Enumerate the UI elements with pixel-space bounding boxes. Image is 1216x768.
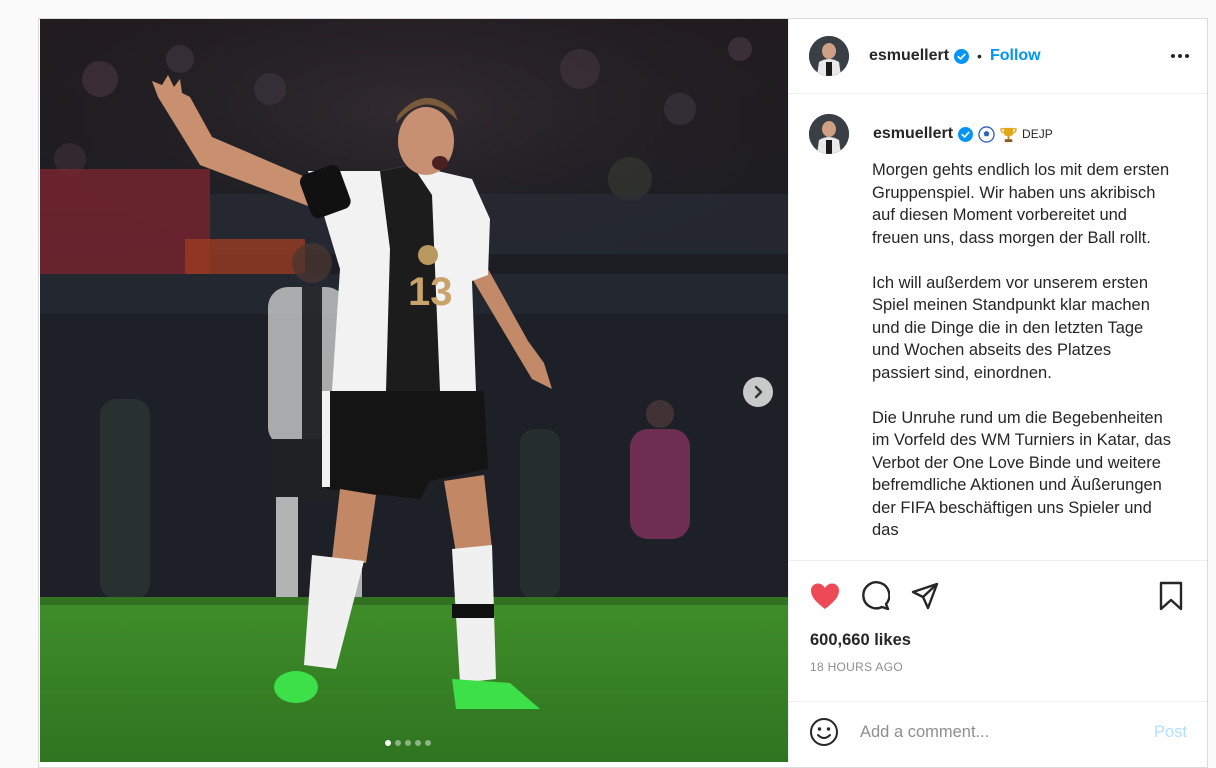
post-comment-button[interactable]: Post [1154, 723, 1187, 742]
caption-paragraph: Morgen gehts endlich los mit dem ersten … [872, 161, 1170, 247]
post-actions: 600,660 likes 18 HOURS AGO [789, 560, 1207, 722]
comment-bar: Post [789, 701, 1207, 762]
share-icon [911, 582, 939, 610]
avatar-image [809, 114, 849, 154]
post-media[interactable]: 13 [40, 19, 788, 762]
avatar-image [809, 36, 849, 76]
carousel-dot [405, 740, 411, 746]
share-button[interactable] [909, 580, 941, 612]
post-header: esmuellert • Follow [789, 19, 1207, 94]
post-photo: 13 [40, 19, 788, 762]
bio-tag: DEJP [1022, 127, 1053, 141]
post-side-panel: esmuellert • Follow esmuellert DEJP Morg… [788, 19, 1207, 762]
post-timestamp[interactable]: 18 HOURS AGO [789, 660, 1207, 674]
carousel-dot [415, 740, 421, 746]
heart-filled-icon [811, 583, 839, 609]
verified-icon [954, 48, 970, 64]
caption-paragraph: Ich will außerdem vor unserem ersten Spi… [872, 273, 1150, 382]
carousel-dot-active [385, 740, 391, 746]
likes-count[interactable]: 600,660 likes [789, 631, 1207, 650]
avatar[interactable] [809, 36, 849, 76]
carousel-dot [425, 740, 431, 746]
save-button[interactable] [1155, 580, 1187, 612]
comment-input[interactable] [858, 721, 1132, 743]
more-options-icon[interactable] [1171, 54, 1189, 58]
follow-button[interactable]: Follow [990, 47, 1041, 65]
carousel-dot [395, 740, 401, 746]
verified-icon [958, 126, 974, 142]
carousel-dots [385, 740, 431, 746]
emoji-picker-icon[interactable] [809, 717, 839, 747]
carousel-next-button[interactable] [743, 377, 773, 407]
bookmark-icon [1159, 581, 1183, 611]
caption-area[interactable]: esmuellert DEJP Morgen gehts endlich los… [789, 95, 1207, 560]
comment-button[interactable] [859, 580, 891, 612]
like-button[interactable] [809, 580, 841, 612]
header-separator: • [977, 48, 982, 64]
caption-paragraph: Die Unruhe rund um die Begebenheiten im … [872, 408, 1171, 540]
caption-avatar[interactable] [809, 114, 849, 154]
chevron-right-icon [754, 385, 763, 399]
caption-text: Morgen gehts endlich los mit dem ersten … [872, 154, 1172, 542]
caption-header: esmuellert DEJP [789, 95, 1207, 154]
trophy-icon [1000, 127, 1017, 142]
caption-username[interactable]: esmuellert [873, 125, 953, 143]
soccer-ball-icon [978, 125, 995, 143]
jersey-number: 13 [408, 270, 453, 314]
comment-icon [862, 581, 890, 611]
header-username[interactable]: esmuellert [869, 47, 949, 65]
